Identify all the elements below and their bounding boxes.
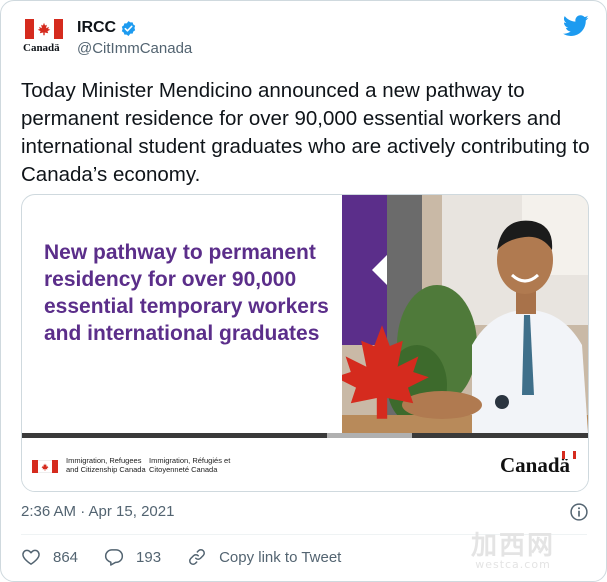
verified-badge-icon: [121, 20, 136, 36]
watermark-sub: westca.com: [475, 558, 551, 571]
account-handle[interactable]: @CitImmCanada: [77, 40, 192, 57]
info-icon[interactable]: [569, 502, 589, 522]
canada-wordmark: Canadä: [500, 453, 571, 477]
tweet-timestamp[interactable]: 2:36 AM · Apr 15, 2021: [21, 503, 174, 520]
tweet-card: Canadä IRCC @CitImmCanada Today Minister…: [0, 0, 607, 582]
twitter-bird-icon[interactable]: [563, 15, 589, 37]
heart-icon: [22, 549, 40, 565]
avatar[interactable]: Canadä: [21, 15, 67, 61]
watermark-main: 加西网: [471, 531, 556, 561]
site-watermark: 加西网 westca.com: [471, 525, 555, 571]
account-name[interactable]: IRCC: [77, 19, 116, 37]
canada-flag-icon: [25, 19, 63, 39]
account-name-row[interactable]: IRCC: [77, 19, 137, 37]
tweet-actions: 864 193 Copy link to Tweet: [21, 544, 367, 570]
copy-link-button[interactable]: Copy link to Tweet: [187, 547, 341, 567]
department-name-english: Immigration, Refugees and Citizenship Ca…: [66, 456, 146, 474]
media-headline: New pathway to permanent residency for o…: [44, 241, 329, 345]
copy-link-label: Copy link to Tweet: [219, 548, 342, 566]
tweet-text: Today Minister Mendicino announced a new…: [21, 79, 590, 186]
canada-flag-icon: [32, 460, 58, 473]
reply-icon: [104, 549, 124, 566]
link-icon: [189, 549, 206, 565]
wordmark-flag-icon: [562, 451, 576, 459]
like-count: 864: [53, 548, 79, 566]
department-name-french: Immigration, Réfugiés et Citoyenneté Can…: [149, 456, 231, 474]
tweet-media-image[interactable]: New pathway to permanent residency for o…: [21, 194, 589, 492]
reply-count: 193: [136, 548, 162, 566]
like-button[interactable]: 864: [21, 547, 78, 567]
photo-illustration: [342, 195, 588, 433]
media-footer: Immigration, Refugees and Citizenship Ca…: [22, 438, 588, 491]
reply-button[interactable]: 193: [104, 547, 161, 567]
avatar-wordmark: Canadä: [23, 42, 60, 54]
